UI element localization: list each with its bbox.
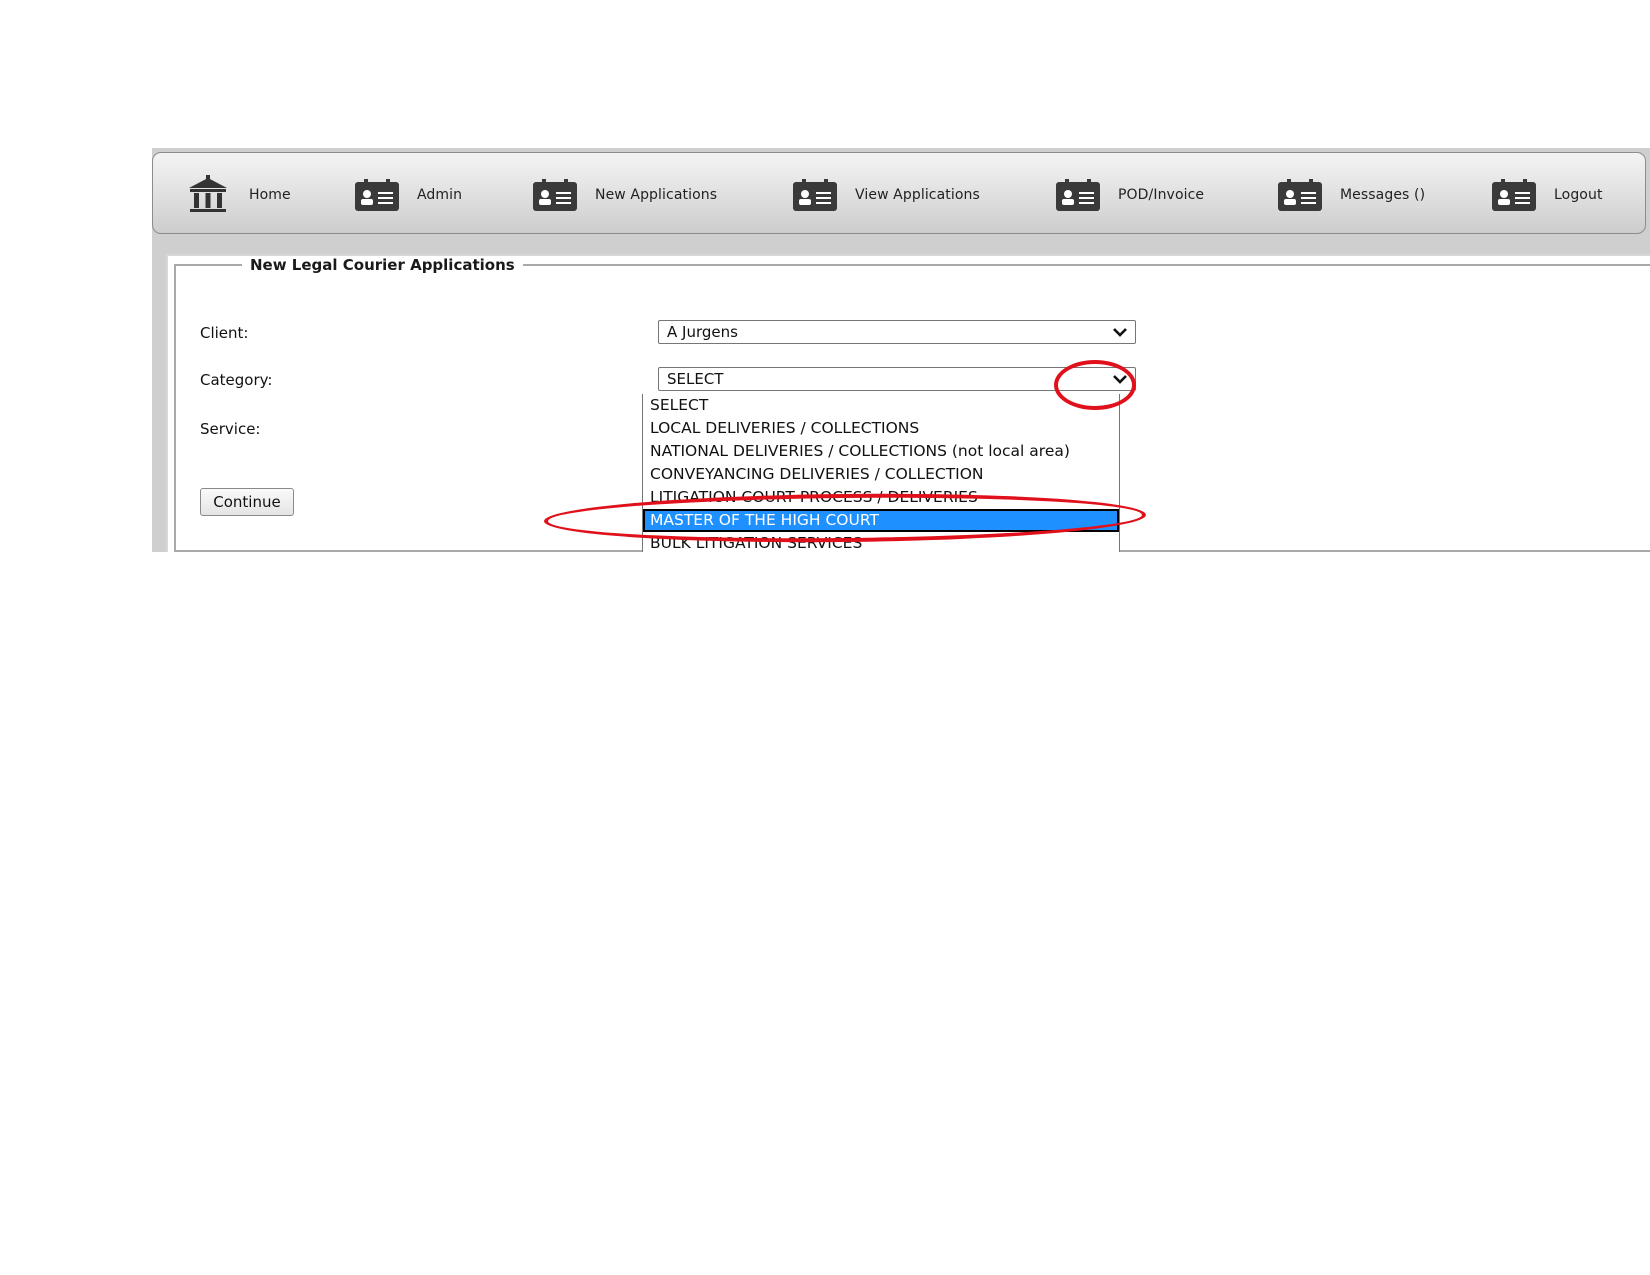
nav-label-admin: Admin: [417, 187, 463, 203]
id-card-icon: [1492, 179, 1536, 211]
top-nav-bar: Home Admin New Applications View Applica…: [152, 152, 1646, 234]
app-window: Home Admin New Applications View Applica…: [152, 148, 1650, 552]
nav-label-pod-invoice: POD/Invoice: [1118, 187, 1205, 203]
dropdown-option[interactable]: SELECT: [643, 394, 1119, 417]
category-select[interactable]: SELECT: [658, 367, 1136, 391]
nav-label-new-applications: New Applications: [595, 187, 718, 203]
id-card-icon: [355, 179, 399, 211]
nav-label-view-applications: View Applications: [855, 187, 980, 203]
nav-item-pod-invoice[interactable]: POD/Invoice: [1056, 175, 1204, 215]
dropdown-option[interactable]: LOCAL DELIVERIES / COLLECTIONS: [643, 417, 1119, 440]
dropdown-option-selected[interactable]: MASTER OF THE HIGH COURT: [643, 509, 1119, 532]
category-dropdown-list[interactable]: SELECT LOCAL DELIVERIES / COLLECTIONS NA…: [642, 394, 1120, 552]
nav-item-admin[interactable]: Admin: [355, 175, 462, 215]
chevron-down-icon[interactable]: [1105, 368, 1135, 390]
continue-button[interactable]: Continue: [200, 488, 294, 516]
id-card-icon: [1056, 179, 1100, 211]
chevron-down-icon[interactable]: [1105, 321, 1135, 343]
dropdown-option[interactable]: NATIONAL DELIVERIES / COLLECTIONS (not l…: [643, 440, 1119, 463]
service-label: Service:: [200, 420, 261, 438]
bank-icon: [189, 175, 227, 212]
nav-label-messages: Messages (): [1340, 187, 1426, 203]
id-card-icon: [793, 179, 837, 211]
nav-item-logout[interactable]: Logout: [1492, 175, 1603, 215]
id-card-icon: [1278, 179, 1322, 211]
fieldset-legend: New Legal Courier Applications: [250, 256, 515, 274]
dropdown-option[interactable]: CONVEYANCING DELIVERIES / COLLECTION: [643, 463, 1119, 486]
category-select-value: SELECT: [667, 370, 724, 388]
nav-label-logout: Logout: [1554, 187, 1603, 203]
category-label: Category:: [200, 371, 273, 389]
nav-item-home[interactable]: Home: [187, 175, 291, 215]
client-label: Client:: [200, 324, 249, 342]
client-select-value: A Jurgens: [667, 323, 738, 341]
nav-item-view-applications[interactable]: View Applications: [793, 175, 980, 215]
id-card-icon: [533, 179, 577, 211]
dropdown-option[interactable]: BULK LITIGATION SERVICES: [643, 532, 1119, 552]
dropdown-option[interactable]: LITIGATION COURT PROCESS / DELIVERIES: [643, 486, 1119, 509]
page: Home Admin New Applications View Applica…: [0, 0, 1650, 1275]
client-select[interactable]: A Jurgens: [658, 320, 1136, 344]
nav-item-new-applications[interactable]: New Applications: [533, 175, 717, 215]
nav-item-messages[interactable]: Messages (): [1278, 175, 1425, 215]
nav-label-home: Home: [249, 187, 291, 203]
